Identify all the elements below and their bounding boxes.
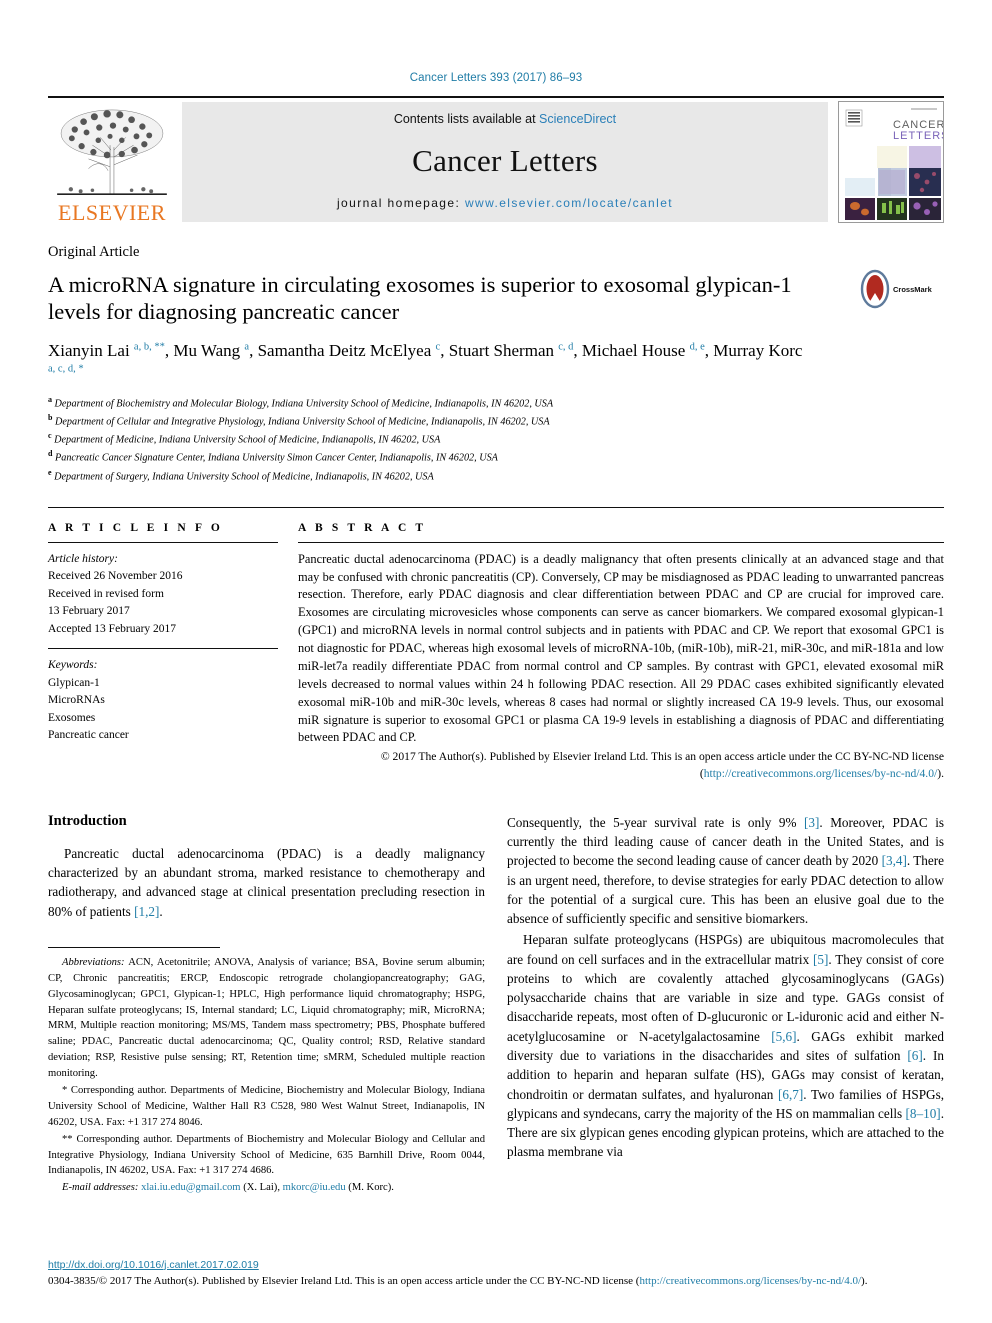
abstract-column: A B S T R A C T Pancreatic ductal adenoc… (298, 522, 944, 783)
abbreviations-footnote: Abbreviations: ACN, Acetonitrile; ANOVA,… (48, 955, 485, 1082)
article-type-label: Original Article (48, 244, 140, 260)
email-link-1[interactable]: xlai.iu.edu@gmail.com (141, 1182, 241, 1193)
keyword-item: MicroRNAs (48, 694, 105, 707)
email-owner-2: (M. Korc). (345, 1182, 394, 1194)
corresponding-author-1: * Corresponding author. Departments of M… (48, 1085, 485, 1128)
corresponding-author-2: ** Corresponding author. Departments of … (48, 1133, 485, 1177)
affiliation-marker: b (48, 412, 53, 422)
article-info-rule (48, 541, 278, 543)
footer-license: 0304-3835/© 2017 The Author(s). Publishe… (48, 1274, 944, 1289)
svg-text:LETTERS: LETTERS (893, 130, 943, 142)
citation-ref[interactable]: [8–10] (906, 1106, 941, 1121)
affiliation-item: d Pancreatic Cancer Signature Center, In… (48, 449, 498, 464)
citation-ref[interactable]: [3,4] (882, 853, 907, 868)
body-columns: Introduction Pancreatic ductal adenocarc… (48, 813, 944, 1197)
page-footer: http://dx.doi.org/10.1016/j.canlet.2017.… (48, 1259, 944, 1289)
sciencedirect-link[interactable]: ScienceDirect (539, 112, 616, 126)
citation-ref[interactable]: [1,2] (134, 904, 159, 919)
intro-p1-text-b: . (159, 903, 163, 919)
contents-prefix: Contents lists available at (393, 112, 540, 126)
article-info-column: A R T I C L E I N F O Article history: R… (48, 522, 298, 783)
author-list: Xianyin Lai a, b, **, Mu Wang a, Samanth… (48, 340, 803, 375)
journal-band: Contents lists available at ScienceDirec… (182, 102, 828, 222)
abstract-rule (298, 541, 944, 543)
citation-ref[interactable]: [5] (813, 952, 828, 967)
homepage-prefix: journal homepage: (336, 196, 465, 210)
email-label: E-mail addresses: (62, 1182, 139, 1194)
article-history-item: Accepted 13 February 2017 (48, 622, 177, 635)
keywords-label: Keywords: (48, 659, 98, 672)
journal-cover-thumbnail: CANCER LETTERS (838, 101, 944, 223)
cc-license-link[interactable]: http://creativecommons.org/licenses/by-n… (704, 767, 938, 780)
affiliation-marker: a (48, 394, 52, 404)
license-prefix: 0304-3835/© 2017 The Author(s). Publishe… (48, 1274, 640, 1287)
citation-ref[interactable]: [3] (804, 815, 819, 830)
citation-ref[interactable]: [5,6] (771, 1029, 796, 1044)
abbreviations-text: ACN, Acetonitrile; ANOVA, Analysis of va… (48, 956, 485, 1080)
running-head: Cancer Letters 393 (2017) 86–93 (409, 72, 583, 84)
license-suffix: ). (861, 1274, 868, 1287)
doi-link[interactable]: http://dx.doi.org/10.1016/j.canlet.2017.… (48, 1259, 944, 1271)
intro-p2-text-a: Consequently, the 5-year survival rate i… (507, 814, 804, 830)
article-history-item: Received 26 November 2016 (48, 570, 183, 583)
abbreviations-label: Abbreviations: (62, 956, 125, 968)
affiliation-marker: d (48, 449, 53, 459)
affiliation-marker: c (48, 431, 52, 441)
elsevier-tree-icon (57, 109, 167, 195)
keywords-rule (48, 648, 278, 650)
introduction-heading: Introduction (48, 812, 127, 829)
title-block: Original Article A microRNA signature in… (48, 244, 944, 485)
crossmark-badge[interactable]: CrossMark (860, 266, 944, 312)
copyright-suffix: ). (937, 767, 944, 781)
elsevier-logo: ELSEVIER (48, 98, 176, 226)
article-history-list: Received 26 November 2016 Received in rev… (48, 568, 278, 638)
info-abstract-section: A R T I C L E I N F O Article history: R… (48, 506, 944, 783)
crossmark-label: CrossMark (893, 284, 932, 294)
affiliation-item: b Department of Cellular and Integrative… (48, 412, 550, 428)
email-addresses-footnote: E-mail addresses: xlai.iu.edu@gmail.com … (48, 1180, 485, 1196)
affiliation-list: a Department of Biochemistry and Molecul… (48, 394, 944, 485)
body-column-right: Consequently, the 5-year survival rate i… (507, 813, 944, 1197)
intro-p1-text-a: Pancreatic ductal adenocarcinoma (PDAC) … (48, 845, 485, 919)
crossmark-icon (860, 269, 890, 309)
intro-paragraph-2: Consequently, the 5-year survival rate i… (507, 813, 944, 929)
affiliation-item: c Department of Medicine, Indiana Univer… (48, 431, 441, 446)
journal-homepage-link[interactable]: www.elsevier.com/locate/canlet (465, 196, 673, 210)
keyword-item: Pancreatic cancer (48, 728, 129, 741)
intro-paragraph-3: Heparan sulfate proteoglycans (HSPGs) ar… (507, 930, 944, 1161)
keywords-list: Glypican-1 MicroRNAs Exosomes Pancreatic ca… (48, 675, 278, 745)
footer-license-link[interactable]: http://creativecommons.org/licenses/by-n… (639, 1275, 861, 1287)
email-owner-1: (X. Lai), (240, 1182, 283, 1194)
affiliation-item: a Department of Biochemistry and Molecul… (48, 394, 554, 410)
email-link-2[interactable]: mkorc@iu.edu (283, 1182, 346, 1193)
affiliation-item: e Department of Surgery, Indiana Univers… (48, 467, 434, 482)
body-column-left: Introduction Pancreatic ductal adenocarc… (48, 813, 485, 1197)
cover-art: CANCER LETTERS (839, 102, 943, 222)
keyword-item: Glypican-1 (48, 676, 100, 689)
journal-homepage-line: journal homepage: www.elsevier.com/locat… (337, 196, 673, 210)
intro-paragraph-1: Pancreatic ductal adenocarcinoma (PDAC) … (48, 844, 485, 921)
article-history-label: Article history: (48, 552, 118, 565)
journal-masthead: ELSEVIER Contents lists available at Sci… (48, 96, 944, 226)
page-title: A microRNA signature in circulating exos… (48, 272, 792, 325)
article-history-item: 13 February 2017 (48, 605, 130, 618)
journal-article-page: Cancer Letters 393 (2017) 86–93 ELSEVIER… (0, 0, 992, 1323)
elsevier-wordmark: ELSEVIER (58, 200, 166, 225)
footnote-divider (48, 946, 220, 955)
article-info-heading: A R T I C L E I N F O (48, 521, 223, 534)
keyword-item: Exosomes (48, 711, 96, 724)
contents-list-line: Contents lists available at ScienceDirec… (394, 112, 616, 126)
abstract-heading: A B S T R A C T (298, 521, 427, 534)
citation-ref[interactable]: [6] (907, 1048, 922, 1063)
article-history-item: Received in revised form (48, 587, 164, 600)
affiliation-marker: e (48, 467, 52, 477)
journal-title: Cancer Letters (412, 143, 598, 178)
abstract-text: Pancreatic ductal adenocarcinoma (PDAC) … (298, 551, 944, 745)
abstract-copyright: © 2017 The Author(s). Published by Elsev… (298, 749, 944, 783)
citation-ref[interactable]: [6,7] (778, 1087, 803, 1102)
